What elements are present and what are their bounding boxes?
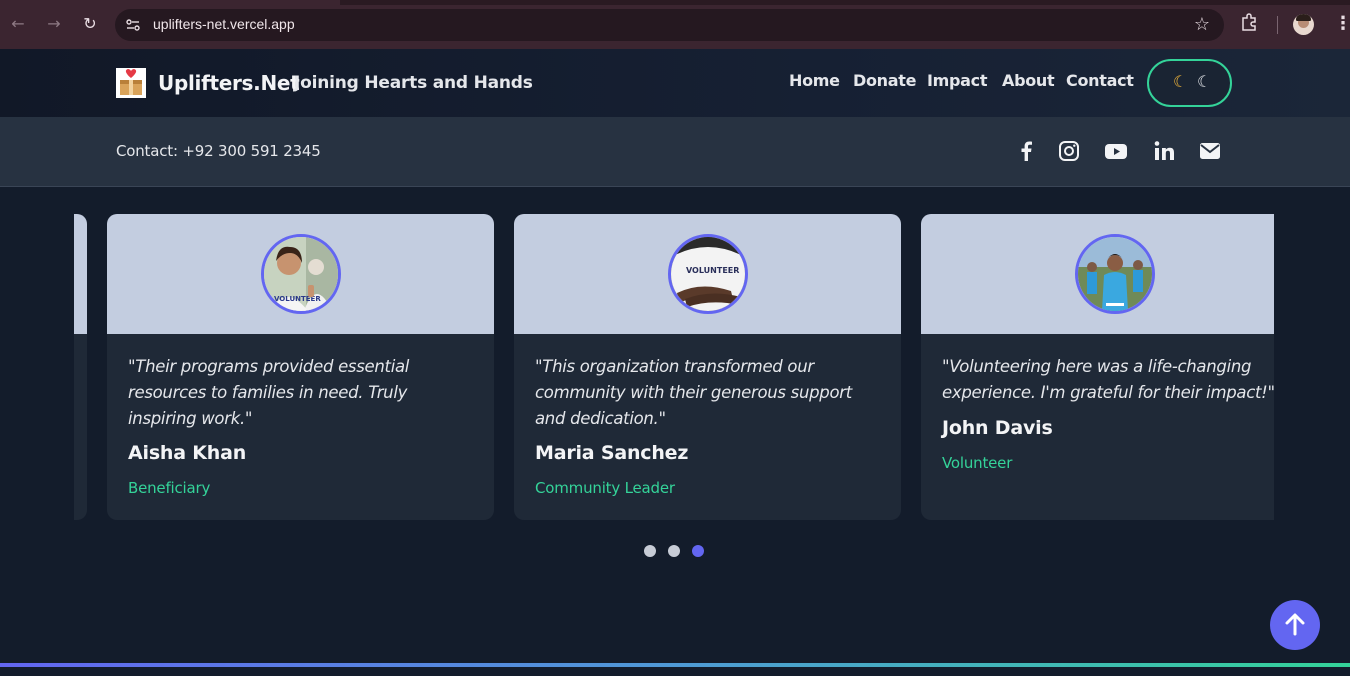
facebook-icon[interactable]: [1014, 139, 1038, 163]
moon-yellow-icon: ☾: [1173, 72, 1188, 91]
brand-tagline: Joining Hearts and Hands: [294, 73, 533, 93]
carousel-dot-active[interactable]: [692, 545, 704, 557]
testimonial-quote: "This organization transformed our commu…: [535, 357, 852, 428]
bookmark-star-icon[interactable]: ☆: [1194, 14, 1210, 35]
testimonial-name: John Davis: [942, 417, 1053, 439]
logo-box-heart-icon[interactable]: [116, 68, 146, 98]
address-bar[interactable]: uplifters-net.vercel.app ☆: [115, 9, 1224, 41]
testimonial-card: VOLUNTEER "Their programs provided essen…: [107, 214, 494, 520]
browser-chrome: ← → ↻ uplifters-net.vercel.app ☆ ⋮: [0, 0, 1350, 49]
site-header: Uplifters.Net Joining Hearts and Hands H…: [0, 49, 1350, 117]
arrow-up-icon: [1285, 613, 1305, 636]
url-text[interactable]: uplifters-net.vercel.app: [153, 16, 295, 32]
site-settings-icon[interactable]: [125, 17, 141, 33]
testimonial-name: Maria Sanchez: [535, 442, 689, 464]
testimonial-quote: "Their programs provided essential resou…: [128, 357, 410, 428]
footer-gradient-bar: [0, 663, 1350, 667]
more-menu-icon[interactable]: ⋮: [1334, 13, 1350, 34]
youtube-icon[interactable]: [1104, 139, 1128, 163]
testimonial-avatar: VOLUNTEER: [668, 234, 748, 314]
testimonial-role: Community Leader: [535, 479, 675, 497]
carousel-dot[interactable]: [668, 545, 680, 557]
email-icon[interactable]: [1198, 139, 1222, 163]
linkedin-icon[interactable]: [1152, 139, 1176, 163]
testimonial-card: "Volunteering here was a life-changing e…: [921, 214, 1274, 520]
svg-text:VOLUNTEER: VOLUNTEER: [686, 266, 739, 275]
testimonial-name: Aisha Khan: [128, 442, 247, 464]
nav-about[interactable]: About: [1002, 71, 1055, 90]
back-icon[interactable]: ←: [7, 13, 29, 35]
testimonial-card: VOLUNTEER "This organization transformed…: [514, 214, 901, 520]
testimonial-role: Beneficiary: [128, 479, 211, 497]
extensions-icon[interactable]: [1240, 12, 1260, 32]
testimonials-carousel[interactable]: VOLUNTEER "Their programs provided essen…: [74, 214, 1274, 520]
testimonial-card-partial: [74, 214, 87, 520]
moon-outline-icon: ☾: [1197, 72, 1212, 91]
reload-icon[interactable]: ↻: [79, 13, 101, 35]
contact-bar: Contact: +92 300 591 2345: [0, 117, 1350, 187]
theme-toggle-button[interactable]: ☾ ☾: [1147, 59, 1232, 107]
active-tab[interactable]: [0, 0, 340, 5]
testimonial-role: Volunteer: [942, 454, 1013, 472]
nav-impact[interactable]: Impact: [927, 71, 988, 90]
nav-home[interactable]: Home: [789, 71, 840, 90]
toolbar-divider: [1277, 16, 1278, 34]
testimonial-avatar: VOLUNTEER: [261, 234, 341, 314]
testimonial-quote: "Volunteering here was a life-changing e…: [942, 357, 1274, 402]
testimonial-avatar: [1075, 234, 1155, 314]
nav-contact[interactable]: Contact: [1066, 71, 1134, 90]
forward-icon[interactable]: →: [43, 13, 65, 35]
profile-avatar[interactable]: [1293, 14, 1314, 35]
scroll-to-top-button[interactable]: [1270, 600, 1320, 650]
nav-donate[interactable]: Donate: [853, 71, 916, 90]
brand-name[interactable]: Uplifters.Net: [158, 71, 300, 95]
svg-text:VOLUNTEER: VOLUNTEER: [274, 295, 321, 303]
instagram-icon[interactable]: [1057, 139, 1081, 163]
contact-phone: Contact: +92 300 591 2345: [116, 142, 321, 160]
carousel-dot[interactable]: [644, 545, 656, 557]
